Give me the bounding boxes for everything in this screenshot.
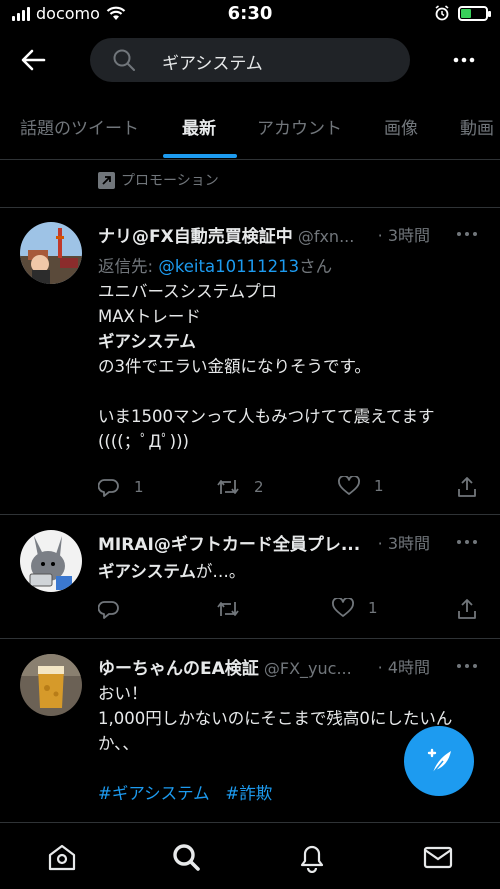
reply-mention[interactable]: @keita10111213	[158, 257, 299, 276]
retweet-icon	[217, 480, 239, 494]
like-button[interactable]: 1	[338, 476, 384, 496]
tweet-time: · 4時間	[377, 658, 430, 677]
reply-icon	[98, 479, 119, 497]
hashtag-link[interactable]: #詐欺	[225, 784, 272, 803]
tweet-actions: 1	[98, 598, 478, 624]
share-button[interactable]	[456, 598, 478, 620]
promotion-text: プロモーション	[121, 173, 219, 189]
bottom-navigation	[0, 822, 500, 889]
active-tab-indicator	[163, 154, 237, 158]
like-icon	[338, 476, 360, 495]
tab-accounts[interactable]: アカウント	[257, 114, 342, 139]
reply-prefix: 返信先:	[98, 257, 159, 276]
tweet-keyword: ギアシステム	[98, 562, 196, 581]
tweet-actions: 1 2 1	[98, 476, 478, 502]
reply-button[interactable]	[98, 598, 134, 620]
tweet-line: いま1500マンって人もみつけてて震えてます	[98, 407, 435, 426]
divider	[0, 207, 500, 208]
more-icon[interactable]	[456, 535, 478, 549]
promoted-icon	[98, 171, 115, 189]
retweet-icon	[217, 602, 239, 616]
tweet[interactable]: MIRAI@ギフトカード全員プレ... · 3時間 ギアシステムが…。 1	[0, 530, 500, 630]
like-button[interactable]: 1	[332, 598, 378, 618]
more-icon[interactable]	[456, 659, 478, 673]
messages-icon[interactable]	[422, 841, 454, 873]
author-handle[interactable]: @FX_yuc...	[264, 659, 352, 678]
compose-icon	[427, 748, 451, 774]
tweet[interactable]: ナリ@FX自動売買検証中 @fxn... · 3時間 返信先: @keita10…	[0, 222, 500, 512]
tweet-time: · 3時間	[377, 534, 430, 553]
tweet-line: おい！	[98, 684, 148, 703]
reply-count: 1	[134, 478, 144, 496]
reply-suffix: さん	[299, 257, 333, 276]
compose-tweet-button[interactable]	[404, 726, 474, 796]
search-tabs: 話題のツイート 最新 アカウント 画像 動画	[0, 100, 500, 160]
like-icon	[332, 598, 354, 617]
explore-icon[interactable]	[170, 841, 202, 873]
search-icon	[113, 49, 135, 71]
retweet-count: 2	[254, 478, 264, 496]
retweet-button[interactable]	[216, 598, 254, 620]
tab-videos[interactable]: 動画	[460, 114, 494, 139]
divider	[0, 638, 500, 639]
tweet-header: ゆーちゃんのEA検証 @FX_yuc... · 4時間	[98, 654, 488, 680]
search-query: ギアシステム	[162, 54, 263, 74]
author-name[interactable]: MIRAI@ギフトカード全員プレ...	[98, 535, 360, 555]
status-icons	[434, 5, 491, 21]
tweet-header: ナリ@FX自動売買検証中 @fxn... · 3時間	[98, 222, 488, 248]
tweet-text: 返信先: @keita10111213さん ユニバースシステムプロ MAXトレー…	[98, 254, 478, 454]
back-arrow-icon[interactable]	[18, 46, 48, 74]
share-icon	[458, 477, 476, 497]
tweet-line: MAXトレード	[98, 307, 201, 326]
divider	[0, 514, 500, 515]
tweet-line: の3件でエラい金額になりそうです。	[98, 357, 371, 376]
tweet-text: ギアシステムが…。	[98, 559, 478, 584]
share-button[interactable]	[456, 476, 478, 498]
like-count: 1	[374, 477, 384, 495]
share-icon	[458, 599, 476, 619]
tweet-line: ギアシステム	[98, 332, 196, 351]
battery-icon	[458, 5, 491, 21]
reply-icon	[98, 601, 119, 619]
reply-to-line: 返信先: @keita10111213さん	[98, 254, 478, 279]
retweet-button[interactable]: 2	[216, 476, 264, 498]
author-name[interactable]: ナリ@FX自動売買検証中	[98, 227, 293, 247]
clock: 6:30	[227, 3, 273, 24]
like-count: 1	[368, 599, 378, 617]
avatar[interactable]	[20, 654, 82, 716]
home-icon[interactable]	[46, 841, 78, 873]
alarm-icon	[435, 5, 449, 21]
tab-images[interactable]: 画像	[384, 114, 418, 139]
more-icon[interactable]	[452, 50, 476, 70]
notifications-icon[interactable]	[296, 841, 328, 873]
author-name[interactable]: ゆーちゃんのEA検証	[98, 659, 259, 679]
tweet-line	[98, 379, 478, 404]
tweet-line: ((((；ﾟДﾟ)))	[98, 432, 189, 451]
search-input[interactable]: ギアシステム	[90, 38, 410, 82]
hashtag-link[interactable]: #ギアシステム	[98, 784, 210, 803]
tab-latest[interactable]: 最新	[182, 114, 216, 139]
status-bar: docomo 6:30	[0, 0, 500, 30]
tweet-time: · 3時間	[377, 226, 430, 245]
more-icon[interactable]	[456, 227, 478, 241]
tab-top[interactable]: 話題のツイート	[20, 114, 139, 139]
avatar[interactable]	[20, 530, 82, 592]
reply-button[interactable]: 1	[98, 476, 144, 498]
avatar[interactable]	[20, 222, 82, 284]
tweet-line: 1,000円しかないのにそこまで残高0にしたいん	[98, 709, 453, 728]
tweet-header: MIRAI@ギフトカード全員プレ... · 3時間	[98, 530, 488, 556]
tweet-line: が…。	[195, 562, 246, 581]
search-header: ギアシステム	[0, 36, 500, 84]
promotion-label: プロモーション	[98, 170, 219, 190]
author-handle[interactable]: @fxn...	[298, 227, 355, 246]
tweet-line: ユニバースシステムプロ	[98, 282, 278, 301]
